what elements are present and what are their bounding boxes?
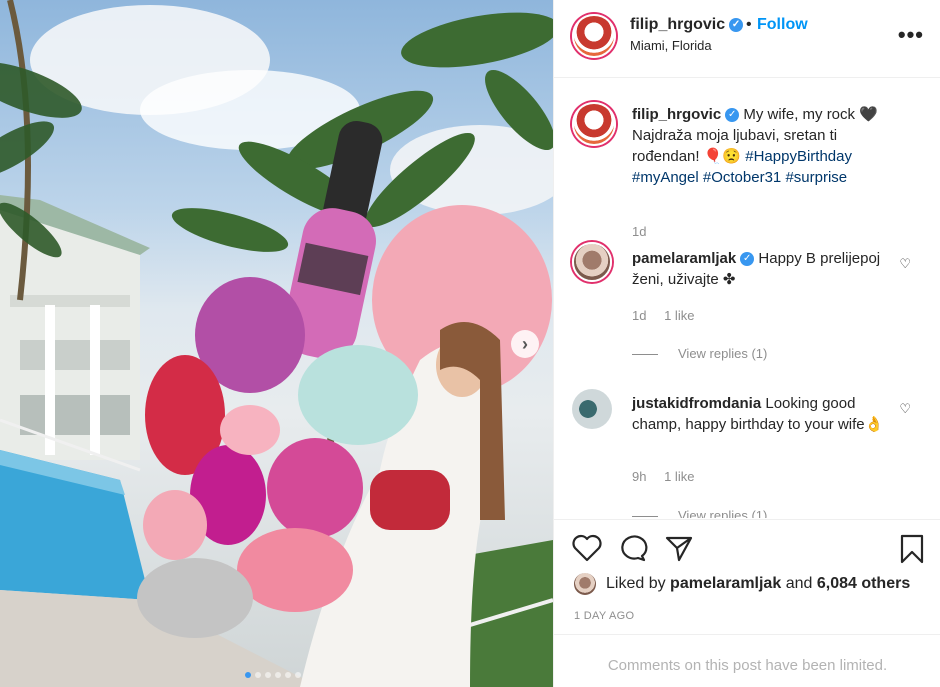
comment-text: pamelaramljak ✓ Happy B prelijepoj ženi, … (632, 248, 884, 290)
hashtag-link[interactable]: #surprise (785, 169, 847, 186)
share-icon[interactable] (664, 534, 694, 562)
photo-illustration (0, 0, 553, 687)
caption-age: 1d (632, 224, 647, 239)
carousel-dot (275, 672, 281, 678)
comments-limited-notice: Comments on this post have been limited. (554, 634, 940, 687)
liked-by-summary: Liked by pamelaramljak and 6,084 others (574, 573, 910, 595)
heart-icon[interactable] (572, 534, 602, 562)
commenter-avatar[interactable] (572, 389, 612, 429)
caption-author-avatar[interactable] (572, 102, 616, 146)
liked-by-user[interactable]: pamelaramljak (670, 575, 781, 593)
post-timestamp[interactable]: 1 DAY AGO (574, 610, 634, 622)
comment-likes[interactable]: 1 like (664, 308, 694, 323)
post-actions-bar (554, 519, 940, 574)
comment-text: justakidfromdania Looking good champ, ha… (632, 393, 884, 435)
hashtag-link[interactable]: #HappyBirthday (745, 148, 852, 165)
commenter-username[interactable]: justakidfromdania (632, 395, 761, 412)
comment-meta: 9h 1 like (632, 469, 708, 484)
separator-dot: • (746, 16, 752, 33)
post-header: filip_hrgovic ✓ • Follow Miami, Florida •… (554, 0, 940, 78)
verified-badge-icon: ✓ (729, 17, 744, 32)
caption-username[interactable]: filip_hrgovic (632, 106, 721, 123)
liked-by-others[interactable]: 6,084 others (817, 575, 910, 593)
carousel-dot (245, 672, 251, 678)
verified-badge-icon: ✓ (740, 252, 755, 267)
follow-button[interactable]: Follow (757, 16, 808, 34)
comment-icon[interactable] (618, 534, 648, 562)
comments-scroll-area[interactable]: filip_hrgovic ✓ My wife, my rock 🖤 Najdra… (554, 78, 940, 518)
liker-avatar[interactable] (574, 573, 596, 595)
author-avatar[interactable] (572, 14, 616, 58)
carousel-next-button[interactable]: › (511, 330, 539, 358)
liked-by-prefix: Liked by (606, 575, 666, 592)
bookmark-icon[interactable] (898, 534, 926, 564)
post-sidebar: filip_hrgovic ✓ • Follow Miami, Florida •… (553, 0, 940, 687)
comment-like-heart-icon[interactable]: ♡ (899, 256, 911, 272)
caption-text: filip_hrgovic ✓ My wife, my rock 🖤 Najdra… (632, 104, 902, 188)
carousel-dot (265, 672, 271, 678)
view-replies-button[interactable]: View replies (1) (632, 346, 767, 361)
view-replies-button[interactable]: View replies (1) (632, 508, 767, 518)
carousel-dot (285, 672, 291, 678)
carousel-dot (255, 672, 261, 678)
comment-age: 1d (632, 308, 647, 323)
more-options-icon[interactable]: ••• (898, 22, 924, 48)
hashtag-link[interactable]: #October31 (703, 169, 781, 186)
liked-by-middle: and (785, 575, 813, 592)
commenter-avatar[interactable] (572, 242, 612, 282)
carousel-indicators (245, 672, 301, 678)
author-username[interactable]: filip_hrgovic ✓ (630, 16, 744, 34)
comment-age: 9h (632, 469, 647, 484)
comment-likes[interactable]: 1 like (664, 469, 694, 484)
post-location[interactable]: Miami, Florida (630, 38, 712, 53)
comment-like-heart-icon[interactable]: ♡ (899, 401, 911, 417)
verified-badge-icon: ✓ (725, 108, 740, 123)
carousel-dot (295, 672, 301, 678)
post-photo[interactable]: › (0, 0, 553, 687)
author-username-text[interactable]: filip_hrgovic (630, 16, 725, 33)
hashtag-link[interactable]: #myAngel (632, 169, 699, 186)
comment-meta: 1d 1 like (632, 308, 708, 323)
commenter-username[interactable]: pamelaramljak (632, 250, 736, 267)
